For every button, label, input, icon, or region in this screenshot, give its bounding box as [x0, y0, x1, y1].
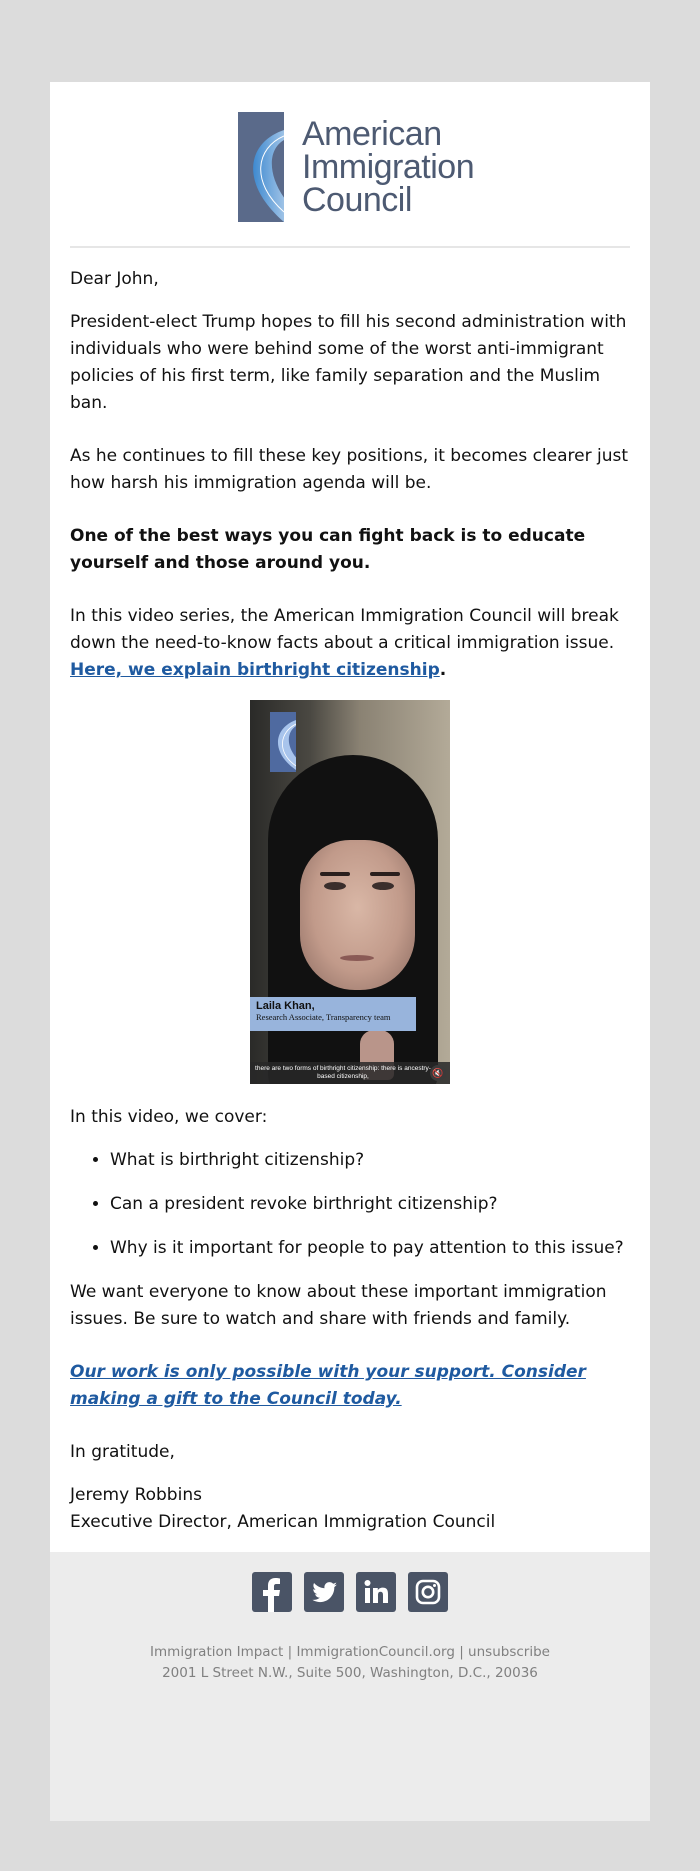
list-item: Why is it important for people to pay at… [110, 1235, 630, 1262]
video-series-text: In this video series, the American Immig… [70, 606, 619, 653]
list-intro: In this video, we cover: [70, 1107, 268, 1127]
email-header: American Immigration Council [50, 82, 650, 248]
mouth [340, 955, 374, 961]
instagram-icon[interactable] [408, 1572, 448, 1612]
unsubscribe-link[interactable]: unsubscribe [468, 1644, 550, 1660]
footer-address: 2001 L Street N.W., Suite 500, Washingto… [162, 1665, 538, 1681]
donate-link[interactable]: Our work is only possible with your supp… [70, 1362, 586, 1409]
logo-mark-icon [238, 112, 284, 222]
immigration-council-site-link[interactable]: ImmigrationCouncil.org [296, 1644, 454, 1660]
american-immigration-council-logo[interactable]: American Immigration Council [238, 112, 475, 222]
video-subject-face [300, 840, 415, 990]
caption-text: there are two forms of birthright citize… [255, 1065, 431, 1080]
birthright-citizenship-link[interactable]: Here, we explain birthright citizenship [70, 660, 440, 680]
greeting: Dear John, [70, 269, 159, 289]
video-watermark-logo-icon [270, 712, 296, 772]
topics-list: What is birthright citizenship? Can a pr… [70, 1147, 630, 1262]
logo-line-immigration: Immigration [302, 148, 475, 186]
email-card: American Immigration Council Dear John, … [50, 82, 650, 1821]
muted-speaker-icon[interactable]: 🔇 [430, 1065, 446, 1081]
social-links [50, 1572, 650, 1612]
signer-title: Executive Director, American Immigration… [70, 1512, 496, 1532]
eye-right [372, 882, 394, 890]
paragraph-share: We want everyone to know about these imp… [70, 1282, 607, 1329]
twitter-icon[interactable] [304, 1572, 344, 1612]
logo-line-american: American [302, 115, 442, 153]
linkedin-icon[interactable] [356, 1572, 396, 1612]
separator: | [283, 1644, 297, 1660]
immigration-impact-link[interactable]: Immigration Impact [150, 1644, 283, 1660]
paragraph-fight-back: One of the best ways you can fight back … [70, 526, 586, 573]
paragraph-intro: President-elect Trump hopes to fill his … [70, 312, 627, 413]
video-caption: there are two forms of birthright citize… [250, 1062, 450, 1084]
signer-name: Jeremy Robbins [70, 1485, 202, 1505]
period: . [439, 660, 447, 680]
facebook-icon[interactable] [252, 1572, 292, 1612]
video-player[interactable]: Laila Khan, Research Associate, Transpar… [250, 700, 450, 1084]
logo-line-council: Council [302, 181, 412, 219]
donate-cta: Our work is only possible with your supp… [70, 1359, 630, 1413]
speaker-role: Research Associate, Transparency team [256, 1012, 391, 1022]
separator: | [454, 1644, 469, 1660]
paragraph-video-series: In this video series, the American Immig… [70, 603, 630, 684]
paragraph-agenda: As he continues to fill these key positi… [70, 446, 629, 493]
list-item: Can a president revoke birthright citize… [110, 1191, 630, 1218]
speaker-name: Laila Khan, [256, 1000, 315, 1012]
brow-left [320, 872, 350, 876]
footer-links: Immigration Impact | ImmigrationCouncil.… [50, 1642, 650, 1684]
brow-right [370, 872, 400, 876]
list-item: What is birthright citizenship? [110, 1147, 630, 1174]
eye-left [324, 882, 346, 890]
speaker-lower-third: Laila Khan, Research Associate, Transpar… [250, 997, 416, 1031]
signature: Jeremy Robbins Executive Director, Ameri… [70, 1482, 630, 1536]
email-footer: Immigration Impact | ImmigrationCouncil.… [50, 1552, 650, 1821]
email-body: Dear John, President-elect Trump hopes t… [50, 248, 650, 1536]
logo-wordmark: American Immigration Council [302, 115, 475, 219]
closing: In gratitude, [70, 1442, 175, 1462]
header-divider [70, 246, 630, 248]
